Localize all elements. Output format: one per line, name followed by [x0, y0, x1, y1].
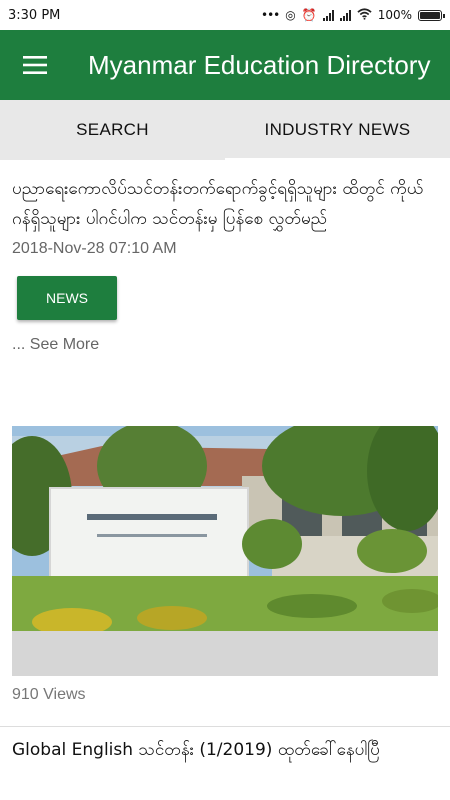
battery-percent: 100%: [377, 8, 412, 22]
wifi-icon: [357, 7, 372, 23]
news-card[interactable]: ပညာရေးကောလိပ်သင်တန်းတက်ရောက်ခွင့်ရရှိသူမ…: [0, 160, 450, 354]
next-article-headline[interactable]: Global English သင်တန်း (1/2019) ထုတ်ခေါ်…: [0, 727, 450, 764]
news-category-button[interactable]: NEWS: [17, 276, 117, 320]
school-sign-photo: [12, 426, 438, 676]
menu-button[interactable]: [0, 30, 70, 100]
tab-search[interactable]: SEARCH: [0, 100, 225, 160]
hotspot-icon: ◎: [285, 8, 296, 22]
see-more-link[interactable]: ... See More: [12, 336, 438, 354]
more-dots-icon: •••: [261, 8, 280, 22]
app-bar: Myanmar Education Directory: [0, 30, 450, 100]
signal-icon-2: [339, 9, 351, 21]
status-bar: 3:30 PM ••• ◎ ⏰ 100%: [0, 0, 450, 30]
alarm-icon: ⏰: [301, 8, 317, 22]
signal-icon: [322, 9, 334, 21]
view-count: 910 Views: [12, 686, 86, 703]
hamburger-icon: [23, 56, 47, 74]
article-image[interactable]: [12, 426, 438, 676]
tab-industry-news[interactable]: INDUSTRY NEWS: [225, 100, 450, 160]
article-date: 2018-Nov-28 07:10 AM: [12, 240, 177, 257]
status-icons: ••• ◎ ⏰ 100%: [261, 7, 445, 23]
article-headline[interactable]: ပညာရေးကောလိပ်သင်တန်းတက်ရောက်ခွင့်ရရှိသူမ…: [12, 174, 438, 234]
battery-icon: [418, 9, 445, 21]
status-time: 3:30 PM: [8, 7, 61, 23]
tab-bar: SEARCH INDUSTRY NEWS: [0, 100, 450, 160]
app-title: Myanmar Education Directory: [88, 49, 431, 80]
